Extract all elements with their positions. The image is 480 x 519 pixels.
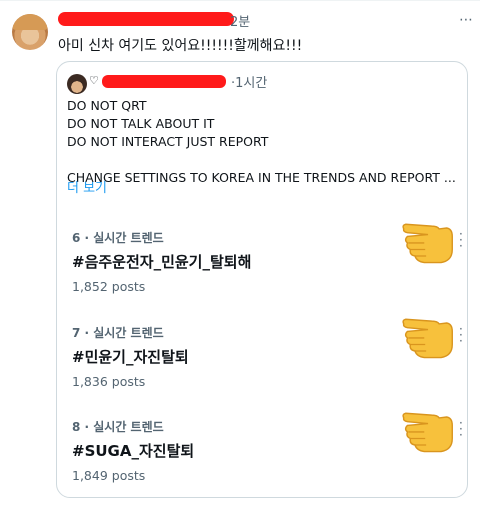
trend-hashtag[interactable]: #음주운전자_민윤기_탈퇴해 xyxy=(72,251,251,272)
tweet-text: 아미 신차 여기도 있어요!!!!!!할께해요!!! xyxy=(58,38,303,54)
divider xyxy=(0,0,480,1)
quote-time[interactable]: ·1시간 xyxy=(231,72,267,91)
quote-text: DO NOT QRT DO NOT TALK ABOUT IT DO NOT I… xyxy=(67,97,456,187)
trend-post-count: 1,836 posts xyxy=(72,374,146,389)
more-icon[interactable]: · · · xyxy=(459,228,463,252)
more-icon[interactable]: · · · xyxy=(459,417,463,441)
trend-post-count: 1,852 posts xyxy=(72,279,146,294)
avatar[interactable] xyxy=(12,14,48,50)
trend-meta: 6 · 실시간 트렌드 xyxy=(72,231,164,245)
trend-meta: 7 · 실시간 트렌드 xyxy=(72,326,164,340)
pointing-hand-icon xyxy=(402,223,453,264)
tweet-time[interactable]: 2분 xyxy=(230,11,250,30)
quote-line: CHANGE SETTINGS TO KOREA IN THE TRENDS A… xyxy=(67,170,456,185)
quote-avatar[interactable] xyxy=(67,74,87,94)
trend-item-6[interactable]: 6 · 실시간 트렌드 #음주운전자_민윤기_탈퇴해 1,852 posts ·… xyxy=(57,223,469,313)
quote-line: DO NOT QRT xyxy=(67,98,147,113)
trend-item-8[interactable]: 8 · 실시간 트렌드 #SUGA_자진탈퇴 1,849 posts · · · xyxy=(57,412,469,502)
pointing-hand-icon xyxy=(402,412,453,453)
more-icon[interactable]: ⋯ xyxy=(459,12,474,28)
redacted-username xyxy=(58,12,234,26)
heart-icon: ♡ xyxy=(89,74,99,87)
trend-item-7[interactable]: 7 · 실시간 트렌드 #민윤기_자진탈퇴 1,836 posts · · · xyxy=(57,318,469,408)
quoted-tweet[interactable]: ♡ ·1시간 DO NOT QRT DO NOT TALK ABOUT IT D… xyxy=(56,61,468,498)
redacted-quote-username xyxy=(102,75,226,88)
quote-line: DO NOT TALK ABOUT IT xyxy=(67,116,215,131)
trend-hashtag[interactable]: #민윤기_자진탈퇴 xyxy=(72,346,189,367)
quote-line: DO NOT INTERACT JUST REPORT xyxy=(67,134,269,149)
show-more-link[interactable]: 더 보기 xyxy=(67,177,107,196)
quote-line xyxy=(67,151,456,169)
more-icon[interactable]: · · · xyxy=(459,323,463,347)
pointing-hand-icon xyxy=(402,318,453,359)
trend-post-count: 1,849 posts xyxy=(72,468,146,483)
trend-hashtag[interactable]: #SUGA_자진탈퇴 xyxy=(72,440,194,461)
trend-meta: 8 · 실시간 트렌드 xyxy=(72,420,164,434)
